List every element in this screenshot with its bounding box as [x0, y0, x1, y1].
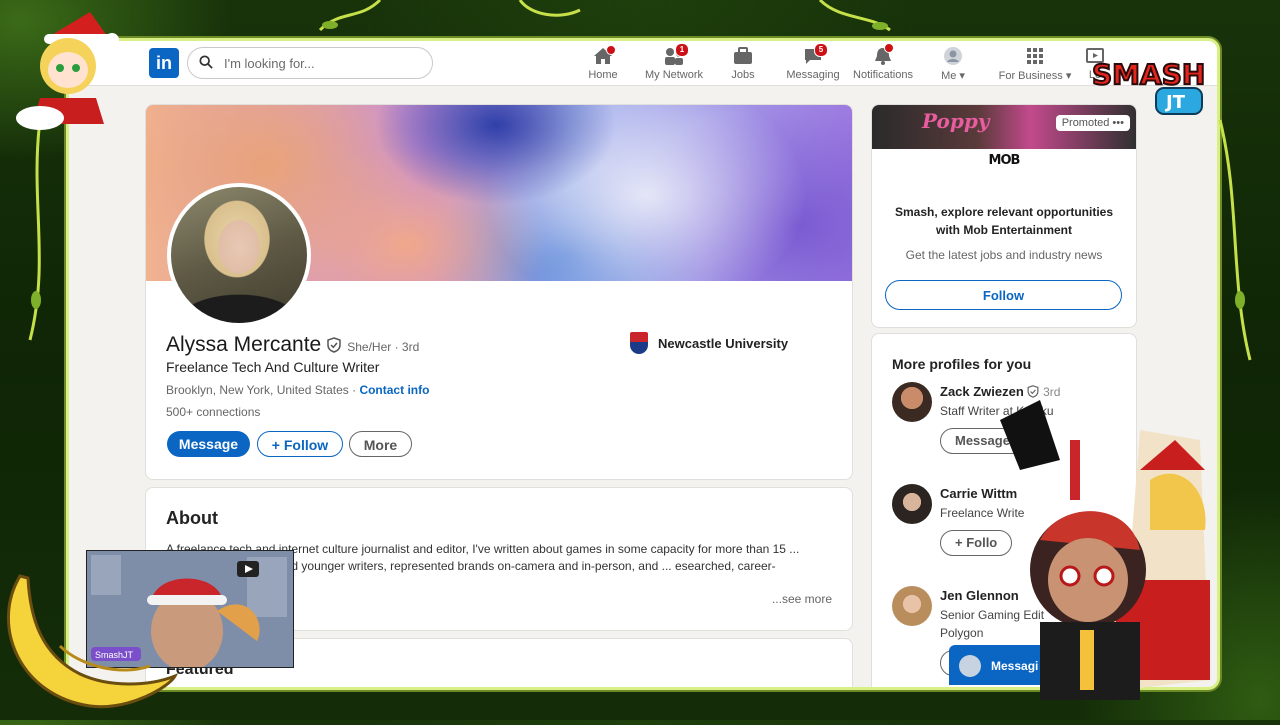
vtuber-avatars [1000, 400, 1220, 700]
banana-sticker [0, 566, 180, 720]
logo-text: SMASH [1092, 58, 1205, 91]
svg-text:JT: JT [1164, 92, 1186, 113]
smash-jt-logo: SMASH JT [1088, 50, 1208, 120]
chibi-santa-sticker [10, 6, 120, 130]
